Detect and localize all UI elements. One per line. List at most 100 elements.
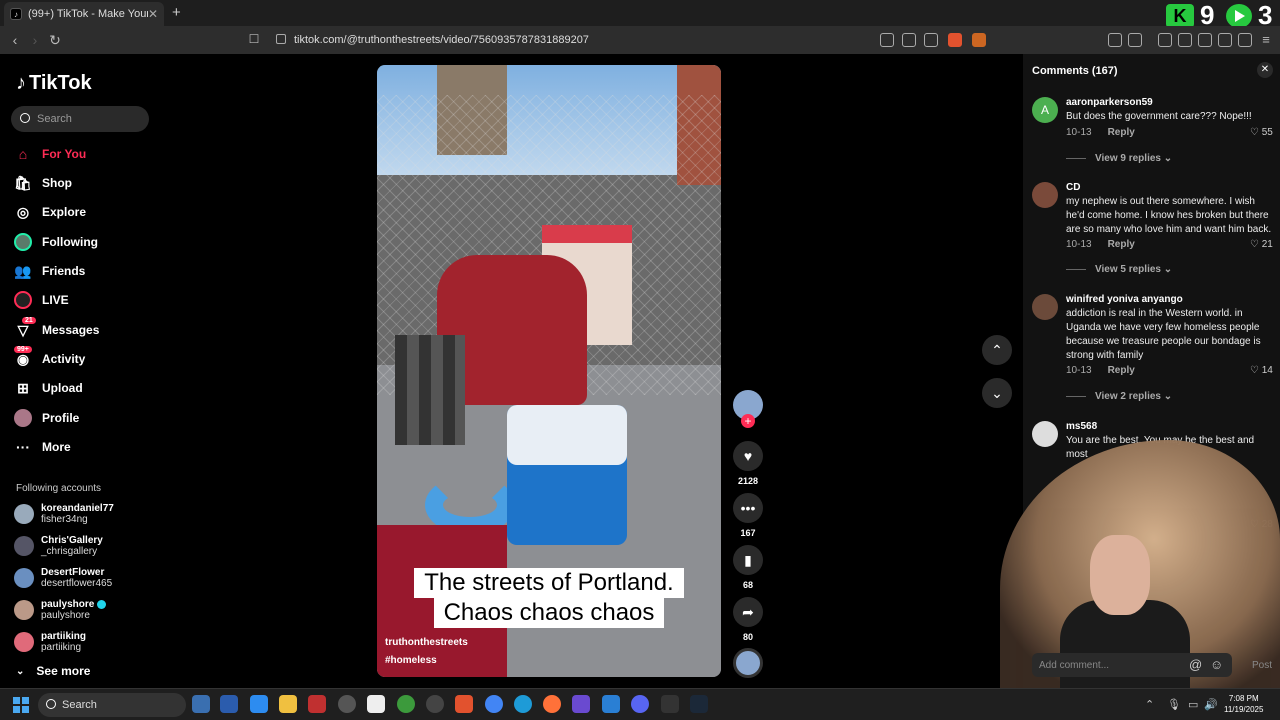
video-hashtag[interactable]: #homeless <box>385 655 437 666</box>
comment-like[interactable]: ♡ 14 <box>1250 365 1273 376</box>
firefox-icon[interactable] <box>543 695 561 713</box>
search-input[interactable]: Search <box>11 106 149 132</box>
bookmark-icon[interactable]: ☐ <box>246 32 262 46</box>
close-icon[interactable]: ✕ <box>1257 62 1273 78</box>
file-explorer-icon[interactable] <box>279 695 297 713</box>
nav-for-you[interactable]: ⌂ For You <box>14 142 86 166</box>
app-icon[interactable] <box>308 695 326 713</box>
app-icon[interactable] <box>192 695 210 713</box>
like-button[interactable]: ♥ 2128 <box>733 441 763 486</box>
avatar[interactable] <box>1032 421 1058 447</box>
reply-button[interactable]: Reply <box>1108 365 1135 376</box>
comment-icon: ••• <box>733 493 763 523</box>
comment-user[interactable]: CD <box>1066 182 1080 193</box>
extensions-icon[interactable] <box>1108 33 1122 47</box>
video-username[interactable]: truthonthestreets <box>385 637 468 648</box>
volume-icon[interactable]: 🔊 <box>1204 698 1218 711</box>
reload-icon[interactable]: ↻ <box>47 32 63 49</box>
reply-button[interactable]: Reply <box>1108 239 1135 250</box>
follow-plus-icon[interactable]: + <box>741 414 755 428</box>
forward-icon[interactable]: › <box>27 32 43 48</box>
shop-icon: 🛍 <box>14 174 32 191</box>
see-more-button[interactable]: ⌄ See more <box>16 664 90 678</box>
app-icon[interactable] <box>572 695 590 713</box>
wallet-icon[interactable] <box>1128 33 1142 47</box>
app-icon[interactable] <box>250 695 268 713</box>
comment-button[interactable]: ••• 167 <box>733 493 763 538</box>
comment-like[interactable]: ♡ 55 <box>1250 127 1273 138</box>
nav-following[interactable]: Following <box>14 230 98 254</box>
site-info-icon[interactable] <box>276 34 286 44</box>
cast-off-icon[interactable] <box>880 33 894 47</box>
following-account[interactable]: koreandaniel77 fisher34ng <box>14 503 114 525</box>
previous-video-button[interactable]: ⌃ <box>982 335 1012 365</box>
following-account[interactable]: Chris'Gallery _chrisgallery <box>14 535 103 557</box>
next-video-button[interactable]: ⌄ <box>982 378 1012 408</box>
nav-live[interactable]: LIVE <box>14 288 69 312</box>
new-tab-button[interactable]: + <box>172 4 181 21</box>
mention-icon[interactable]: @ <box>1189 657 1202 672</box>
wallet-2-icon[interactable] <box>1198 33 1212 47</box>
app-icon[interactable] <box>661 695 679 713</box>
leo-icon[interactable] <box>1218 33 1232 47</box>
vscode-icon[interactable] <box>602 695 620 713</box>
edge-icon[interactable] <box>514 695 532 713</box>
app-icon[interactable] <box>338 695 356 713</box>
nav-friends[interactable]: 👥 Friends <box>14 259 85 283</box>
app-icon[interactable] <box>397 695 415 713</box>
comment-user[interactable]: ms568 <box>1066 421 1097 432</box>
browser-tab[interactable]: ♪ (99+) TikTok - Make Your Day ✕ <box>4 2 164 26</box>
vpn-icon[interactable] <box>1238 33 1252 47</box>
view-replies[interactable]: View 9 replies ⌄ <box>1066 153 1172 164</box>
emoji-icon[interactable]: ☺ <box>1210 657 1223 672</box>
network-icon[interactable]: ▭ <box>1188 698 1198 711</box>
menu-icon[interactable]: ≡ <box>1258 32 1274 47</box>
nav-upload[interactable]: ⊞ Upload <box>14 376 83 400</box>
caption-line: Chaos chaos chaos <box>433 598 665 628</box>
sidebar-toggle-icon[interactable] <box>1178 33 1192 47</box>
back-icon[interactable]: ‹ <box>7 32 23 48</box>
share-icon[interactable] <box>924 33 938 47</box>
view-replies[interactable]: View 5 replies ⌄ <box>1066 264 1172 275</box>
taskbar-search[interactable]: Search <box>38 693 186 717</box>
share-button[interactable]: ➦ 80 <box>733 597 763 642</box>
nav-messages[interactable]: ▽ 21 Messages <box>14 317 99 342</box>
nav-more[interactable]: ··· More <box>14 435 71 459</box>
brave-shield-icon[interactable] <box>948 33 962 47</box>
tab-close-icon[interactable]: ✕ <box>148 7 158 21</box>
following-account[interactable]: paulyshore paulyshore <box>14 599 107 621</box>
app-icon[interactable] <box>367 695 385 713</box>
tiktok-logo[interactable]: ♪ TikTok <box>16 72 92 95</box>
music-disc-avatar[interactable] <box>733 648 763 678</box>
app-icon[interactable] <box>220 695 238 713</box>
chrome-icon[interactable] <box>485 695 503 713</box>
discord-icon[interactable] <box>631 695 649 713</box>
app-icon[interactable] <box>426 695 444 713</box>
brave-icon[interactable] <box>455 695 473 713</box>
post-button[interactable]: Post <box>1252 660 1272 671</box>
nav-explore[interactable]: ◎ Explore <box>14 200 86 224</box>
view-replies[interactable]: View 2 replies ⌄ <box>1066 391 1172 402</box>
avatar[interactable]: A <box>1032 97 1058 123</box>
comment-like[interactable]: ♡ 21 <box>1250 239 1273 250</box>
microphone-icon[interactable]: 🎙 <box>1167 698 1181 711</box>
following-account[interactable]: DesertFlower desertflower465 <box>14 567 112 589</box>
following-account[interactable]: partiiking partiiking <box>14 631 86 653</box>
save-button[interactable]: ▮ 68 <box>733 545 763 590</box>
comment-user[interactable]: aaronparkerson59 <box>1066 97 1153 108</box>
nav-activity[interactable]: ◉ 99+ Activity <box>14 346 85 371</box>
steam-icon[interactable] <box>690 695 708 713</box>
taskbar-clock[interactable]: 7:08 PM 11/19/2025 <box>1224 693 1263 715</box>
media-icon[interactable] <box>1158 33 1172 47</box>
windows-start-icon[interactable] <box>13 697 29 713</box>
avatar[interactable] <box>1032 294 1058 320</box>
video-player[interactable]: The streets of Portland. Chaos chaos cha… <box>377 65 721 677</box>
nav-profile[interactable]: Profile <box>14 406 79 430</box>
brave-rewards-icon[interactable] <box>972 33 986 47</box>
reply-button[interactable]: Reply <box>1108 127 1135 138</box>
avatar[interactable] <box>1032 182 1058 208</box>
tray-chevron-icon[interactable]: ⌃ <box>1145 698 1154 711</box>
comment-user[interactable]: winifred yoniva anyango <box>1066 294 1183 305</box>
nav-shop[interactable]: 🛍 Shop <box>14 171 72 195</box>
pip-icon[interactable] <box>902 33 916 47</box>
